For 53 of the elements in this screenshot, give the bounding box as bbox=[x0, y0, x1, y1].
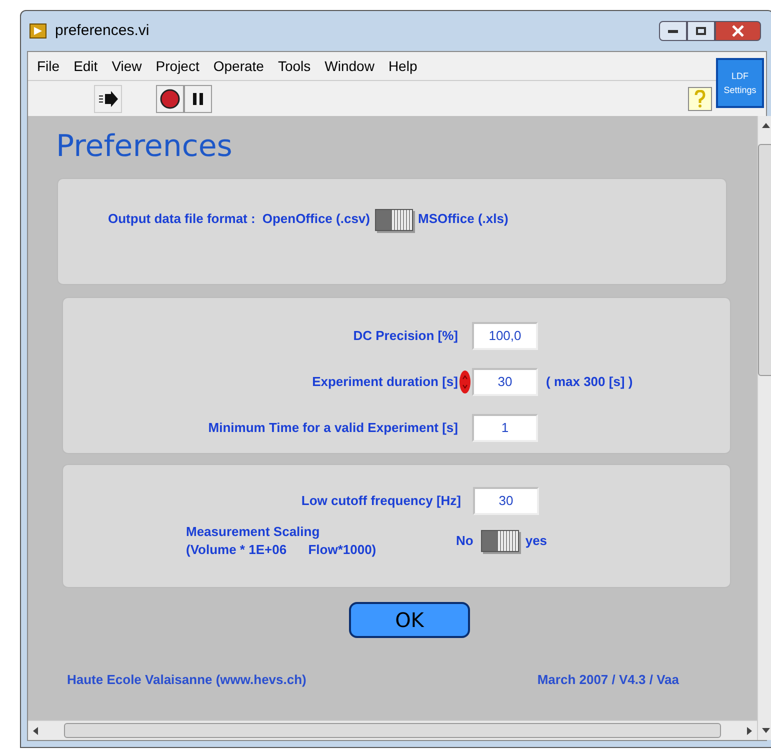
numeric-field[interactable]: 30 bbox=[473, 487, 539, 515]
option-label: OpenOffice (.csv) bbox=[262, 210, 370, 228]
menu-item[interactable]: Help bbox=[382, 56, 424, 76]
ok-button[interactable]: OK bbox=[349, 602, 470, 638]
run-arrow-icon bbox=[98, 90, 118, 106]
field-label: Low cutoff frequency [Hz] bbox=[300, 492, 461, 510]
menu-item[interactable]: Window bbox=[318, 56, 380, 76]
horizontal-scrollbar[interactable] bbox=[28, 720, 757, 740]
window-title: preferences.vi bbox=[55, 20, 150, 41]
help-button[interactable] bbox=[688, 86, 712, 110]
question-icon bbox=[694, 90, 706, 108]
close-button[interactable] bbox=[715, 21, 761, 41]
page-heading: Preferences bbox=[56, 128, 234, 166]
vertical-scrollbar[interactable] bbox=[757, 116, 771, 740]
numeric-field[interactable]: 100,0 bbox=[472, 322, 538, 350]
abort-button[interactable] bbox=[156, 84, 184, 112]
option-label: yes bbox=[525, 532, 548, 550]
menu-item[interactable]: Operate bbox=[207, 56, 270, 76]
down-arrow-icon bbox=[762, 726, 770, 734]
numeric-field[interactable]: 1 bbox=[472, 414, 538, 442]
scroll-thumb[interactable] bbox=[64, 723, 721, 738]
menu-item[interactable]: View bbox=[106, 56, 148, 76]
pause-icon bbox=[192, 92, 204, 106]
toggle-switch[interactable] bbox=[374, 209, 413, 231]
left-arrow-icon bbox=[32, 726, 40, 734]
close-icon bbox=[732, 25, 744, 37]
field-label: Experiment duration [s] bbox=[311, 373, 458, 392]
menu-item[interactable]: Project bbox=[150, 56, 206, 76]
run-button[interactable] bbox=[94, 84, 122, 112]
format-label: Output data file format : bbox=[108, 210, 256, 228]
numeric-field[interactable]: 30 bbox=[472, 368, 538, 396]
stop-icon bbox=[160, 88, 180, 108]
up-arrow-icon bbox=[762, 122, 770, 130]
footer-text: Haute Ecole Valaisanne (www.hevs.ch) bbox=[67, 671, 306, 689]
minimize-button[interactable] bbox=[659, 21, 687, 41]
field-label: Minimum Time for a valid Experiment [s] bbox=[207, 419, 458, 438]
right-arrow-icon bbox=[745, 726, 753, 734]
settings-tile-button[interactable]: LDF Settings bbox=[716, 58, 764, 108]
field-label: DC Precision [%] bbox=[352, 327, 458, 346]
option-label: MSOffice (.xls) bbox=[418, 210, 508, 228]
menu-item[interactable]: Edit bbox=[68, 56, 104, 76]
footer-text: March 2007 / V4.3 / Vaa bbox=[537, 671, 679, 689]
toggle-switch[interactable] bbox=[481, 530, 520, 552]
scroll-thumb[interactable] bbox=[758, 144, 771, 376]
menu-item[interactable]: Tools bbox=[272, 56, 317, 76]
max-hint: ( max 300 [s] ) bbox=[546, 373, 633, 392]
spinner-control[interactable] bbox=[459, 370, 471, 394]
app-icon bbox=[29, 23, 47, 39]
option-label: No bbox=[456, 532, 474, 550]
maximize-button[interactable] bbox=[687, 21, 715, 41]
menu-item[interactable]: File bbox=[31, 56, 66, 76]
scaling-label: Measurement Scaling (Volume * 1E+06 Flow*1000) bbox=[186, 523, 378, 559]
pause-button[interactable] bbox=[184, 84, 212, 112]
